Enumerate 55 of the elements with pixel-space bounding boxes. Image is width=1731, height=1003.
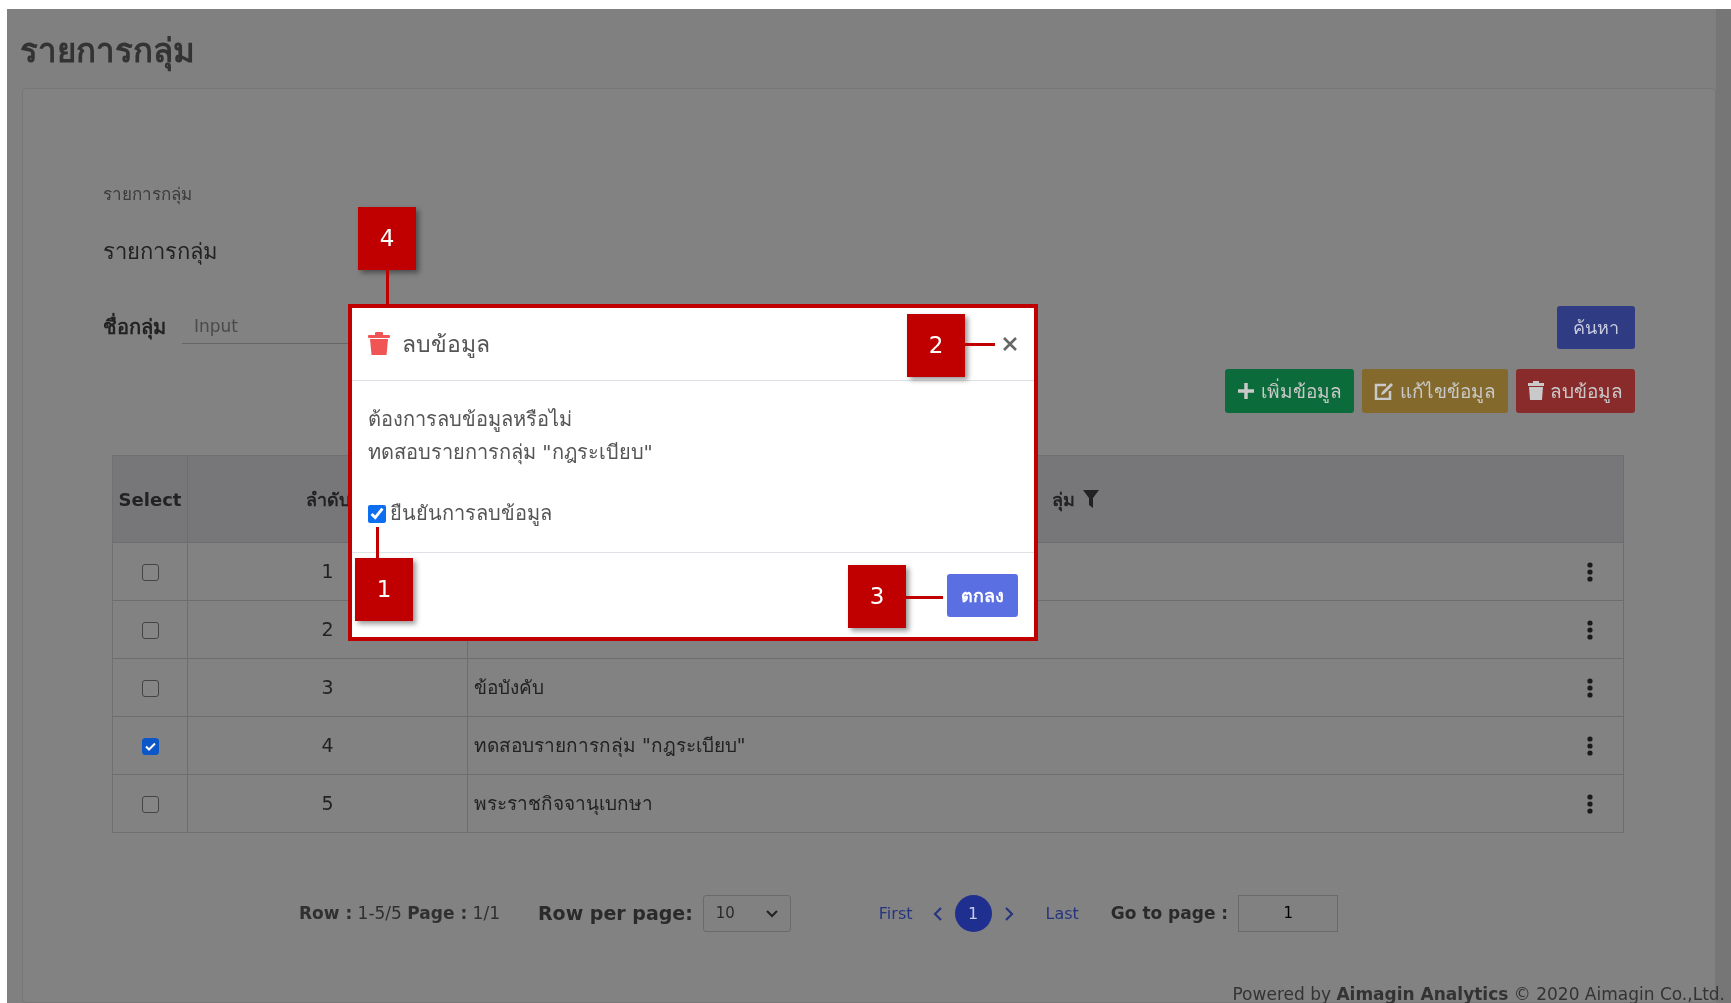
kebab-menu-icon[interactable] xyxy=(1587,793,1593,814)
row-checkbox[interactable] xyxy=(141,738,159,756)
trash-icon xyxy=(1528,381,1544,401)
table-cell: 3 xyxy=(187,658,468,717)
row-checkbox[interactable] xyxy=(141,564,159,582)
leader-line xyxy=(906,596,943,599)
callout-badge: 1 xyxy=(355,558,413,621)
kebab-menu-icon[interactable] xyxy=(1587,619,1593,640)
table-cell-text: พระราชกิจจานุเบกษา xyxy=(474,791,653,817)
footer-text: Powered by Aimagin Analytics © 2020 Aimagin Co.,Ltd. xyxy=(1232,982,1725,1003)
chevron-down-icon xyxy=(765,909,778,918)
filter-icon[interactable] xyxy=(1083,490,1099,508)
table-cell: 4 xyxy=(187,716,468,775)
chevron-left-icon[interactable] xyxy=(932,906,943,921)
pagination-summary: Row : 1-5/5 Page : 1/1 xyxy=(299,901,500,925)
page-button[interactable]: 1 xyxy=(954,895,992,932)
edit-icon xyxy=(1374,381,1394,400)
confirm-checkbox[interactable] xyxy=(368,504,386,523)
field-label: Row per page: xyxy=(538,901,693,927)
modal-message: ต้องการลบข้อมูลหรือไม่ xyxy=(368,406,573,434)
table-cell: 5 xyxy=(187,774,468,833)
chevron-right-icon[interactable] xyxy=(1003,906,1014,921)
search-button[interactable]: ค้นหา xyxy=(1557,305,1635,349)
delete-button[interactable]: ลบข้อมูล xyxy=(1516,368,1635,413)
close-icon[interactable] xyxy=(1002,336,1018,352)
first-page-link[interactable]: First xyxy=(870,901,921,926)
rows-per-page-select[interactable]: 10 xyxy=(702,895,791,932)
row-checkbox[interactable] xyxy=(141,680,159,698)
column-header: ลุ่ม xyxy=(1052,487,1075,513)
kebab-menu-icon[interactable] xyxy=(1587,735,1593,756)
row-checkbox[interactable] xyxy=(141,796,159,814)
callout-badge: 3 xyxy=(848,565,906,628)
leader-line xyxy=(965,343,995,346)
last-page-link[interactable]: Last xyxy=(1037,901,1087,926)
kebab-menu-icon[interactable] xyxy=(1587,561,1593,582)
leader-line xyxy=(376,527,379,558)
callout-badge: 2 xyxy=(907,314,965,377)
breadcrumb[interactable]: รายการกลุ่ม xyxy=(103,182,1635,208)
table-cell-text: ข้อบังคับ xyxy=(474,675,544,701)
plus-icon xyxy=(1237,381,1255,400)
field-label: Go to page : xyxy=(1110,901,1229,925)
kebab-menu-icon[interactable] xyxy=(1587,677,1593,698)
page-number-field[interactable]: 1 xyxy=(1238,895,1339,932)
column-header: Select xyxy=(112,455,188,543)
add-button[interactable]: เพิ่มข้อมูล xyxy=(1225,368,1354,413)
callout-badge: 4 xyxy=(358,207,416,270)
table-cell-text: ทดสอบรายการกลุ่ม "กฎระเบียบ" xyxy=(474,733,746,759)
page-title: รายการกลุ่ม xyxy=(19,30,196,71)
row-checkbox[interactable] xyxy=(141,622,159,640)
edit-button[interactable]: แก้ไขข้อมูล xyxy=(1362,368,1508,413)
ok-button[interactable]: ตกลง xyxy=(947,573,1018,617)
section-title: รายการกลุ่ม xyxy=(103,237,218,267)
modal-title: ลบข้อมูล xyxy=(402,329,490,360)
field-label: ชื่อกลุ่ม xyxy=(103,312,166,342)
trash-icon xyxy=(368,332,390,356)
